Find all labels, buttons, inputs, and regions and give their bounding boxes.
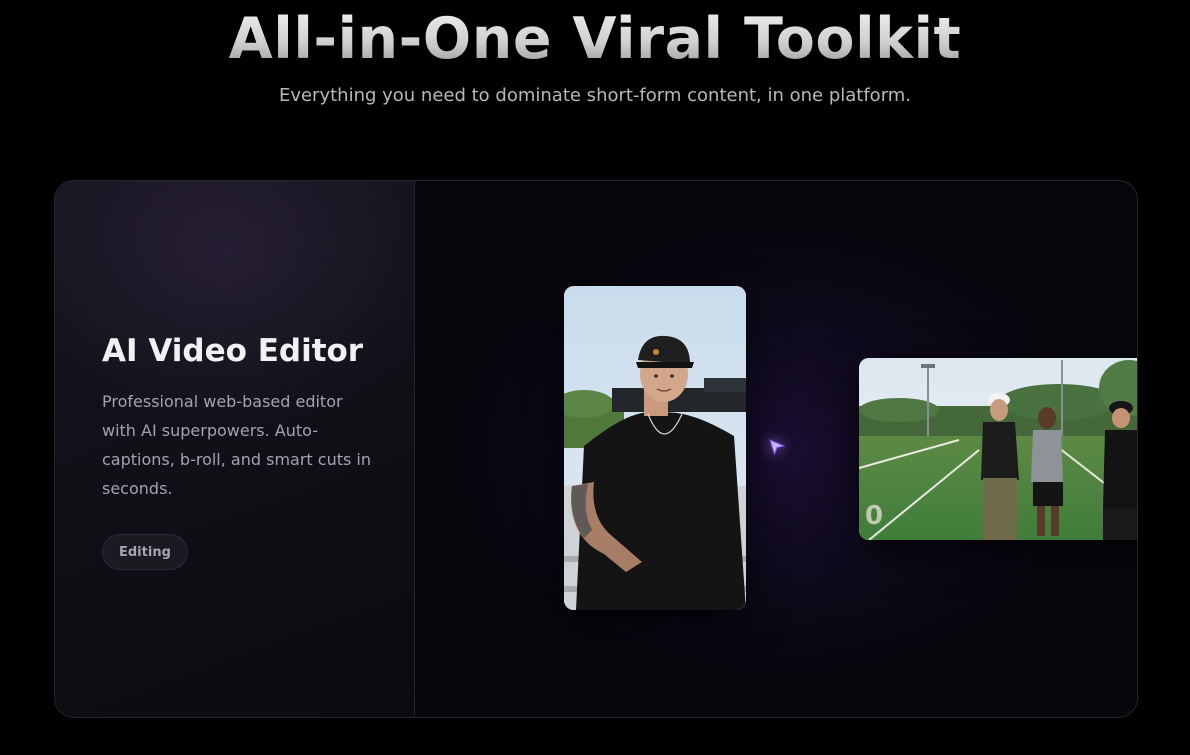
feature-visual-panel: 0 <box>415 181 1137 717</box>
feature-title: AI Video Editor <box>102 333 364 369</box>
feature-info-panel: AI Video Editor Professional web-based e… <box>55 181 415 717</box>
video-thumbnail-landscape[interactable]: 0 <box>859 358 1137 540</box>
page-subtitle: Everything you need to dominate short-fo… <box>278 85 912 106</box>
portrait-thumbnail-image <box>564 286 746 610</box>
svg-text:0: 0 <box>865 501 883 531</box>
feature-tag-badge: Editing <box>102 534 188 570</box>
landscape-thumbnail-image: 0 <box>859 358 1137 540</box>
video-thumbnail-portrait[interactable] <box>564 286 746 610</box>
pointer-cursor-icon <box>768 438 786 456</box>
page-title: All-in-One Viral Toolkit <box>0 4 1190 74</box>
feature-description: Professional web-based editor with AI su… <box>102 392 371 498</box>
page: All-in-One Viral Toolkit Everything you … <box>0 0 1190 755</box>
feature-card[interactable]: AI Video Editor Professional web-based e… <box>54 180 1138 718</box>
